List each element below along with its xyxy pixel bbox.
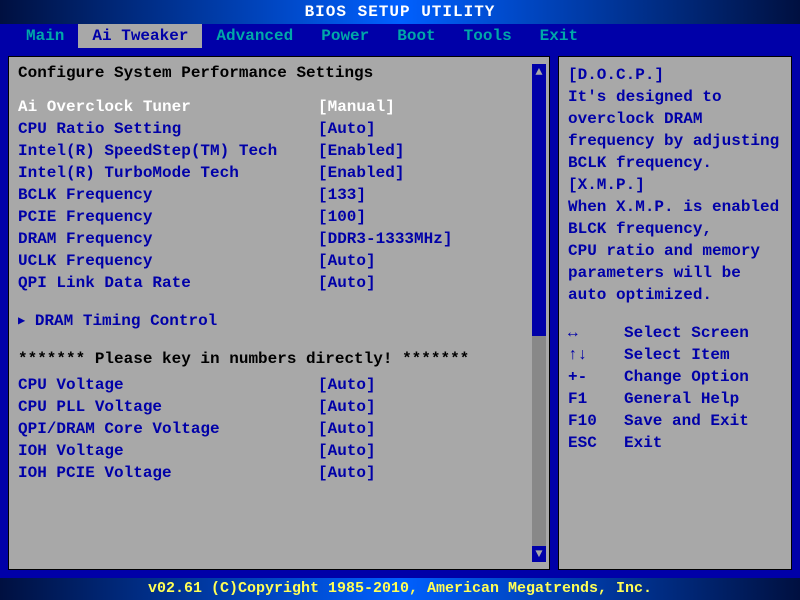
help-line: When X.M.P. is enabled bbox=[568, 196, 788, 218]
scroll-down-icon[interactable]: ▼ bbox=[532, 546, 546, 562]
scrollbar[interactable]: ▲ ▼ bbox=[532, 64, 546, 562]
setting-row[interactable]: CPU Voltage[Auto] bbox=[18, 374, 528, 396]
help-line: overclock DRAM bbox=[568, 108, 788, 130]
submenu-label bbox=[25, 310, 35, 332]
menu-item-ai-tweaker[interactable]: Ai Tweaker bbox=[78, 24, 202, 48]
setting-label: BCLK Frequency bbox=[18, 184, 318, 206]
scroll-thumb[interactable] bbox=[532, 80, 546, 336]
setting-row[interactable]: QPI Link Data Rate[Auto] bbox=[18, 272, 528, 294]
key-hint-key: F10 bbox=[568, 410, 624, 432]
setting-row[interactable]: DRAM Frequency[DDR3-1333MHz] bbox=[18, 228, 528, 250]
help-line: auto optimized. bbox=[568, 284, 788, 306]
help-line: [X.M.P.] bbox=[568, 174, 788, 196]
key-hint: F1General Help bbox=[568, 388, 788, 410]
help-line: BLCK frequency, bbox=[568, 218, 788, 240]
help-line: It's designed to bbox=[568, 86, 788, 108]
setting-row[interactable]: IOH PCIE Voltage[Auto] bbox=[18, 462, 528, 484]
setting-value[interactable]: [Auto] bbox=[318, 250, 376, 272]
key-hint: ESCExit bbox=[568, 432, 788, 454]
setting-value[interactable]: [Enabled] bbox=[318, 162, 404, 184]
submenu-dram-timing[interactable]: ▶ DRAM Timing Control bbox=[18, 310, 528, 332]
menu-item-power[interactable]: Power bbox=[307, 24, 383, 48]
menu-item-boot[interactable]: Boot bbox=[383, 24, 449, 48]
key-hint-desc: Save and Exit bbox=[624, 410, 749, 432]
setting-row[interactable]: UCLK Frequency[Auto] bbox=[18, 250, 528, 272]
help-line: [D.O.C.P.] bbox=[568, 64, 788, 86]
setting-value[interactable]: [100] bbox=[318, 206, 366, 228]
setting-row[interactable]: Intel(R) TurboMode Tech[Enabled] bbox=[18, 162, 528, 184]
setting-value[interactable]: [Auto] bbox=[318, 418, 376, 440]
setting-label: Intel(R) TurboMode Tech bbox=[18, 162, 318, 184]
help-line: CPU ratio and memory bbox=[568, 240, 788, 262]
setting-value[interactable]: [Auto] bbox=[318, 272, 376, 294]
help-line: BCLK frequency. bbox=[568, 152, 788, 174]
key-hint-key: ESC bbox=[568, 432, 624, 454]
main-body: Configure System Performance Settings Ai… bbox=[0, 48, 800, 578]
setting-label: IOH PCIE Voltage bbox=[18, 462, 318, 484]
help-line: parameters will be bbox=[568, 262, 788, 284]
key-hint-desc: Exit bbox=[624, 432, 662, 454]
footer: v02.61 (C)Copyright 1985-2010, American … bbox=[0, 578, 800, 600]
setting-value[interactable]: [Auto] bbox=[318, 118, 376, 140]
setting-label: CPU Ratio Setting bbox=[18, 118, 318, 140]
setting-value[interactable]: [Manual] bbox=[318, 96, 395, 118]
setting-row[interactable]: QPI/DRAM Core Voltage[Auto] bbox=[18, 418, 528, 440]
menu-bar: MainAi TweakerAdvancedPowerBootToolsExit bbox=[0, 24, 800, 48]
setting-row[interactable]: BCLK Frequency[133] bbox=[18, 184, 528, 206]
setting-label: DRAM Frequency bbox=[18, 228, 318, 250]
help-panel: [D.O.C.P.]It's designed tooverclock DRAM… bbox=[556, 54, 794, 572]
submenu-marker-icon: ▶ bbox=[18, 310, 25, 332]
key-hint-desc: General Help bbox=[624, 388, 739, 410]
setting-label: Ai Overclock Tuner bbox=[18, 96, 318, 118]
setting-label: PCIE Frequency bbox=[18, 206, 318, 228]
setting-label: UCLK Frequency bbox=[18, 250, 318, 272]
section-title: Configure System Performance Settings bbox=[18, 64, 528, 82]
setting-value[interactable]: [Auto] bbox=[318, 396, 376, 418]
key-hint-desc: Select Item bbox=[624, 344, 730, 366]
settings-panel: Configure System Performance Settings Ai… bbox=[6, 54, 552, 572]
setting-label: Intel(R) SpeedStep(TM) Tech bbox=[18, 140, 318, 162]
setting-row[interactable]: Intel(R) SpeedStep(TM) Tech[Enabled] bbox=[18, 140, 528, 162]
key-hints: ↔Select Screen↑↓Select Item+-Change Opti… bbox=[568, 322, 788, 454]
menu-item-exit[interactable]: Exit bbox=[526, 24, 592, 48]
key-hint-key: ↔ bbox=[568, 322, 624, 344]
key-hint-key: ↑↓ bbox=[568, 344, 624, 366]
setting-row[interactable]: Ai Overclock Tuner[Manual] bbox=[18, 96, 528, 118]
key-hint-desc: Change Option bbox=[624, 366, 749, 388]
help-line: frequency by adjusting bbox=[568, 130, 788, 152]
input-note: ******* Please key in numbers directly! … bbox=[18, 348, 528, 370]
setting-label: CPU PLL Voltage bbox=[18, 396, 318, 418]
key-hint-key: F1 bbox=[568, 388, 624, 410]
key-hint: ↑↓Select Item bbox=[568, 344, 788, 366]
title-bar: BIOS SETUP UTILITY bbox=[0, 0, 800, 24]
scroll-track[interactable] bbox=[532, 80, 546, 546]
submenu-label-text: DRAM Timing Control bbox=[35, 310, 217, 332]
setting-row[interactable]: IOH Voltage[Auto] bbox=[18, 440, 528, 462]
menu-item-tools[interactable]: Tools bbox=[450, 24, 526, 48]
setting-row[interactable]: CPU PLL Voltage[Auto] bbox=[18, 396, 528, 418]
setting-row[interactable]: PCIE Frequency[100] bbox=[18, 206, 528, 228]
key-hint: ↔Select Screen bbox=[568, 322, 788, 344]
settings-list: Configure System Performance Settings Ai… bbox=[18, 64, 528, 562]
setting-value[interactable]: [Enabled] bbox=[318, 140, 404, 162]
setting-row[interactable]: CPU Ratio Setting[Auto] bbox=[18, 118, 528, 140]
key-hint-desc: Select Screen bbox=[624, 322, 749, 344]
key-hint: F10Save and Exit bbox=[568, 410, 788, 432]
help-text: [D.O.C.P.]It's designed tooverclock DRAM… bbox=[568, 64, 788, 306]
menu-item-main[interactable]: Main bbox=[12, 24, 78, 48]
setting-label: IOH Voltage bbox=[18, 440, 318, 462]
setting-label: QPI/DRAM Core Voltage bbox=[18, 418, 318, 440]
setting-label: CPU Voltage bbox=[18, 374, 318, 396]
scroll-up-icon[interactable]: ▲ bbox=[532, 64, 546, 80]
setting-value[interactable]: [Auto] bbox=[318, 374, 376, 396]
setting-value[interactable]: [Auto] bbox=[318, 440, 376, 462]
setting-value[interactable]: [DDR3-1333MHz] bbox=[318, 228, 452, 250]
menu-item-advanced[interactable]: Advanced bbox=[202, 24, 307, 48]
key-hint: +-Change Option bbox=[568, 366, 788, 388]
setting-label: QPI Link Data Rate bbox=[18, 272, 318, 294]
setting-value[interactable]: [Auto] bbox=[318, 462, 376, 484]
key-hint-key: +- bbox=[568, 366, 624, 388]
setting-value[interactable]: [133] bbox=[318, 184, 366, 206]
